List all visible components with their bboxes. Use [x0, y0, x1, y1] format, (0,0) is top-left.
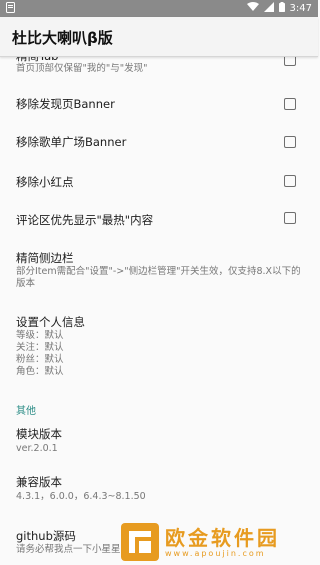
setting-remove-red-dot[interactable]: 移除小红点	[0, 160, 318, 196]
setting-compatible-version[interactable]: 兼容版本 4.3.1，6.0.0，6.4.3~8.1.50	[0, 470, 318, 510]
checkbox[interactable]	[284, 98, 296, 110]
setting-title: 评论区优先显示"最热"内容	[16, 213, 154, 227]
setting-personal-info[interactable]: 设置个人信息 等级：默认 关注：默认 粉丝：默认 角色：默认	[0, 308, 318, 380]
setting-hot-comments[interactable]: 评论区优先显示"最热"内容	[0, 198, 318, 236]
setting-title: 兼容版本	[16, 475, 62, 489]
checkbox[interactable]	[284, 136, 296, 148]
setting-subtitle: 4.3.1，6.0.0，6.4.3~8.1.50	[16, 491, 146, 502]
setting-subtitle: 首页顶部仅保留"我的"与"发现"	[16, 63, 148, 74]
setting-remove-discover-banner[interactable]: 移除发现页Banner	[0, 84, 318, 120]
setting-module-version[interactable]: 模块版本 ver.2.0.1	[0, 422, 318, 462]
setting-title: 移除小红点	[16, 175, 74, 189]
clock: 3:47	[289, 3, 312, 14]
watermark-url: www.apoujin.com	[165, 548, 266, 558]
info-level: 等级：默认	[16, 330, 64, 341]
notification-icon	[6, 2, 15, 16]
setting-title: github源码	[16, 529, 76, 543]
app-bar: 杜比大喇叭β版	[0, 17, 318, 57]
setting-simplify-sidebar[interactable]: 精简侧边栏 部分Item需配合"设置"->"侧边栏管理"开关生效，仅支持8.X以…	[0, 240, 318, 298]
section-header-other: 其他	[16, 406, 36, 417]
watermark-name: 欧金软件园	[165, 525, 280, 550]
setting-title: 模块版本	[16, 427, 62, 441]
page-title: 杜比大喇叭β版	[12, 29, 113, 47]
status-bar: 3:47	[0, 0, 318, 17]
watermark-mark-icon	[121, 523, 159, 561]
battery-icon	[278, 2, 285, 15]
info-follow: 关注：默认	[16, 342, 64, 353]
setting-subtitle: 部分Item需配合"设置"->"侧边栏管理"开关生效，仅支持8.X以下的版本	[16, 266, 301, 289]
info-role: 角色：默认	[16, 366, 64, 377]
setting-subtitle: ver.2.0.1	[16, 443, 58, 454]
setting-title: 设置个人信息	[16, 315, 85, 329]
settings-list[interactable]: 精简Tab 首页顶部仅保留"我的"与"发现" 移除发现页Banner 移除歌单广…	[0, 40, 318, 565]
setting-remove-playlist-banner[interactable]: 移除歌单广场Banner	[0, 122, 318, 158]
setting-title: 移除歌单广场Banner	[16, 135, 127, 149]
checkbox[interactable]	[284, 212, 296, 224]
setting-title: 精简侧边栏	[16, 251, 74, 265]
checkbox[interactable]	[284, 175, 296, 187]
signal-icon	[263, 2, 274, 15]
info-fans: 粉丝：默认	[16, 354, 64, 365]
wifi-icon	[246, 2, 259, 15]
setting-title: 移除发现页Banner	[16, 97, 115, 111]
watermark-logo: 欧金软件园 www.apoujin.com	[121, 519, 318, 565]
